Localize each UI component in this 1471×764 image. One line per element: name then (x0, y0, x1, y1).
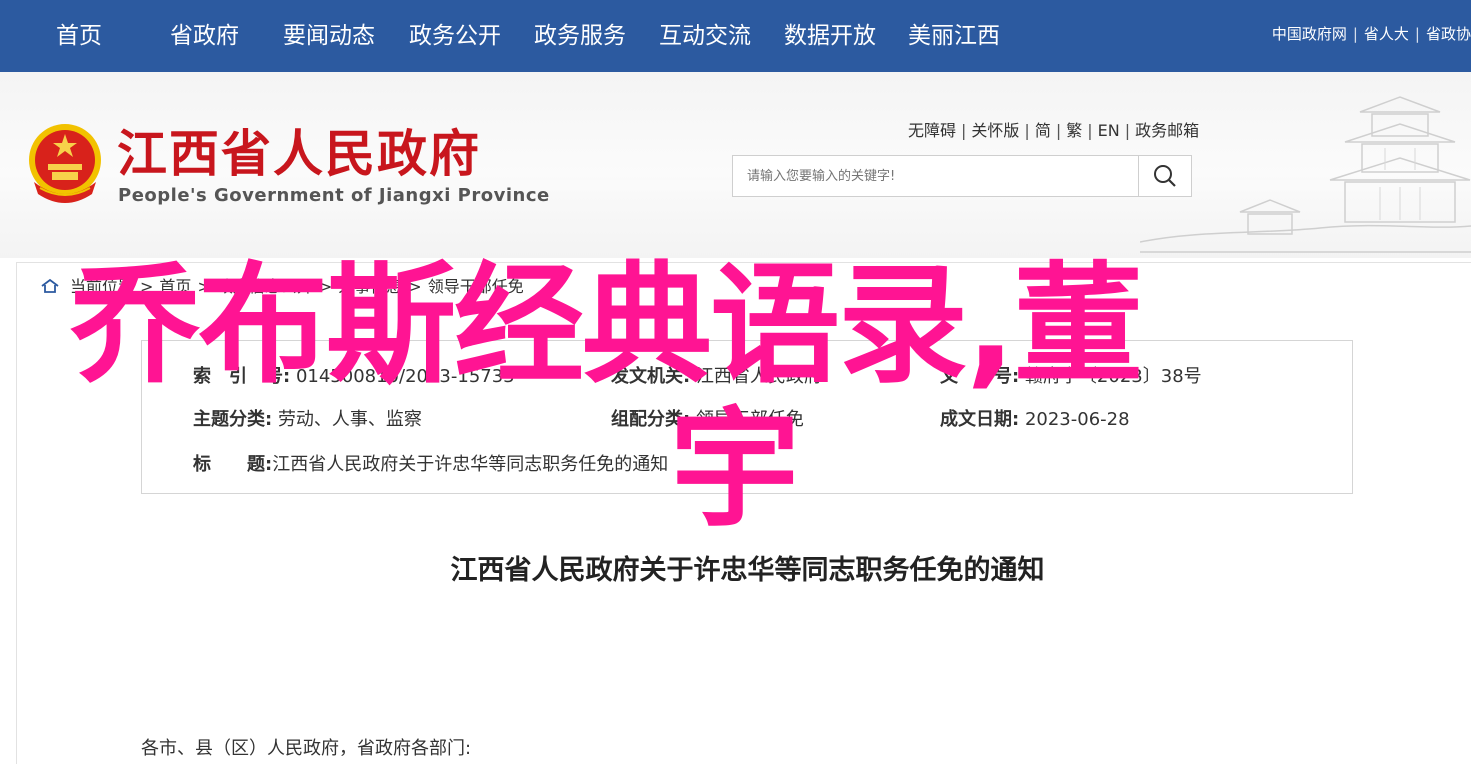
breadcrumb-info-open[interactable]: 政府信息公开 (217, 277, 313, 296)
meta-index: 索 引 号: 014500810/2023-15733 (193, 362, 515, 388)
separator: | (1124, 121, 1131, 140)
site-header: 江西省人民政府 People's Government of Jiangxi P… (0, 72, 1471, 258)
content-frame (16, 262, 1471, 764)
meta-index-value: 014500810/2023-15733 (295, 366, 515, 387)
meta-issuer-value: 江西省人民政府 (695, 366, 822, 387)
separator: | (1055, 121, 1062, 140)
document-title: 江西省人民政府关于许忠华等同志职务任免的通知 (450, 555, 1045, 586)
search-input[interactable] (733, 156, 1141, 196)
top-nav-bar: 首页 省政府 要闻动态 政务公开 政务服务 互动交流 数据开放 美丽江西 中国政… (0, 0, 1471, 72)
link-english[interactable]: EN (1098, 121, 1120, 140)
separator: | (1024, 121, 1030, 140)
meta-index-label: 索 引 号: (193, 366, 291, 387)
breadcrumb-label: 当前位置 (70, 277, 135, 296)
nav-item-beautiful-jiangxi[interactable]: 美丽江西 (908, 18, 1000, 54)
meta-date: 成文日期: 2023-06-28 (940, 405, 1130, 431)
separator: | (1414, 25, 1420, 43)
breadcrumb-separator: > (197, 277, 211, 296)
national-emblem-logo (29, 124, 101, 203)
meta-subject: 标 题:江西省人民政府关于许忠华等同志职务任免的通知 (193, 450, 668, 476)
meta-topic-value: 劳动、人事、监察 (277, 409, 422, 430)
meta-docno: 文 号: 赣府字〔2023〕38号 (940, 362, 1202, 388)
meta-issuer: 发文机关: 江西省人民政府 (611, 362, 822, 388)
nav-item-gov-services[interactable]: 政务服务 (534, 18, 626, 54)
search-icon (1154, 165, 1176, 187)
meta-docno-value: 赣府字〔2023〕38号 (1024, 366, 1202, 387)
meta-topic-label: 主题分类: (193, 409, 273, 430)
site-subtitle: People's Government of Jiangxi Province (118, 185, 550, 206)
link-care-mode[interactable]: 关怀版 (971, 121, 1019, 140)
link-accessibility[interactable]: 无障碍 (908, 121, 956, 140)
search-button[interactable] (1138, 156, 1191, 196)
meta-issuer-label: 发文机关: (611, 366, 691, 387)
meta-subject-label: 标 题: (193, 454, 273, 475)
nav-item-gov-affairs-open[interactable]: 政务公开 (409, 18, 501, 54)
link-simplified[interactable]: 简 (1035, 121, 1051, 140)
breadcrumb-appointments[interactable]: 领导干部任免 (428, 277, 524, 296)
breadcrumb-home[interactable]: 首页 (159, 277, 191, 296)
link-central-gov[interactable]: 中国政府网 (1272, 25, 1347, 43)
link-cppcc[interactable]: 省政协 (1426, 25, 1471, 43)
home-icon (41, 278, 59, 293)
separator: | (961, 121, 967, 140)
meta-date-value: 2023-06-28 (1024, 409, 1130, 430)
utility-links: 无障碍 | 关怀版 | 简 | 繁 | EN | 政务邮箱 (908, 117, 1199, 141)
separator: | (1352, 25, 1358, 43)
nav-item-news[interactable]: 要闻动态 (283, 18, 375, 54)
meta-docno-label: 文 号: (940, 366, 1020, 387)
nav-item-interaction[interactable]: 互动交流 (659, 18, 751, 54)
nav-item-open-data[interactable]: 数据开放 (784, 18, 876, 54)
separator: | (1087, 121, 1093, 140)
nav-item-home[interactable]: 首页 (56, 18, 102, 54)
meta-date-label: 成文日期: (940, 409, 1020, 430)
site-title: 江西省人民政府 (117, 124, 481, 183)
breadcrumb-separator: > (140, 277, 154, 296)
meta-category: 组配分类: 领导干部任免 (611, 405, 804, 431)
document-salutation: 各市、县（区）人民政府，省政府各部门: (141, 738, 472, 759)
top-right-links: 中国政府网 | 省人大 | 省政协 (1272, 20, 1471, 48)
link-traditional[interactable]: 繁 (1066, 121, 1082, 140)
link-gov-mailbox[interactable]: 政务邮箱 (1135, 121, 1199, 140)
meta-category-label: 组配分类: (611, 409, 691, 430)
breadcrumb: 当前位置 > 首页 > 政府信息公开 > 人事信息 > 领导干部任免 (40, 273, 524, 297)
nav-item-provincial-gov[interactable]: 省政府 (170, 18, 239, 54)
breadcrumb-separator: > (318, 277, 333, 296)
meta-subject-value[interactable]: 江西省人民政府关于许忠华等同志职务任免的通知 (272, 454, 668, 475)
breadcrumb-personnel[interactable]: 人事信息 (338, 277, 402, 296)
breadcrumb-separator: > (408, 277, 422, 296)
meta-topic: 主题分类: 劳动、人事、监察 (193, 405, 422, 431)
search-box (732, 155, 1192, 197)
link-provincial-congress[interactable]: 省人大 (1364, 25, 1409, 43)
meta-category-value: 领导干部任免 (695, 409, 804, 430)
